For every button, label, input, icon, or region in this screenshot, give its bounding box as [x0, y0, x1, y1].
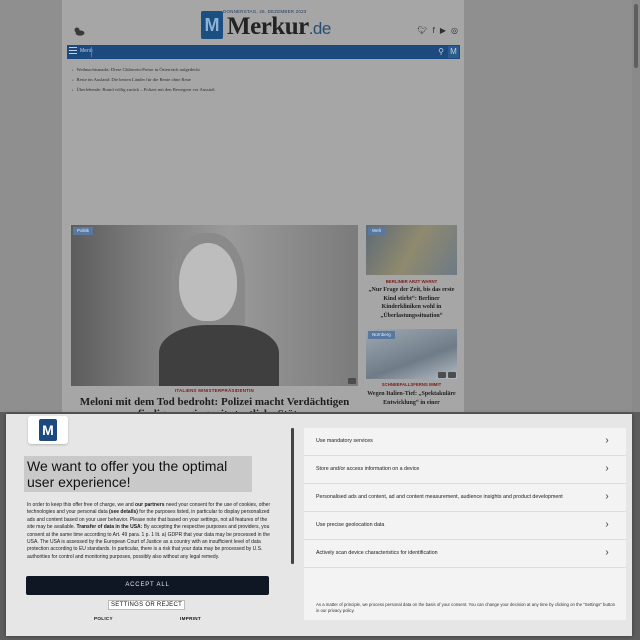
- purpose-item-device-storage[interactable]: Store and/or access information on a dev…: [304, 456, 626, 484]
- side-category-tag-2[interactable]: Nürnberg: [368, 331, 395, 339]
- play-icon: [448, 372, 456, 378]
- side-kicker-2: SCHNEEFALLSFERNS IMMIT: [381, 382, 442, 387]
- chevron-right-icon: ›: [72, 77, 74, 82]
- side-headline-1[interactable]: „Nur Frage der Zeit, bis das erste Kind …: [366, 286, 457, 320]
- purpose-label: Store and/or access information on a dev…: [316, 466, 420, 472]
- search-icon[interactable]: ⚲: [436, 47, 446, 57]
- headline-item[interactable]: › Überlebende: Brand völlig zurück – Poli…: [72, 87, 215, 97]
- facebook-icon[interactable]: f: [433, 26, 435, 35]
- chevron-right-icon: ›: [605, 547, 609, 558]
- consent-text-scrollbar[interactable]: [291, 428, 294, 564]
- logo-name: Merkur: [227, 13, 309, 40]
- purpose-item-geolocation[interactable]: Use precise geolocation data ›: [304, 512, 626, 540]
- camera-icon: [438, 372, 446, 378]
- hero-category-tag[interactable]: Politik: [73, 227, 94, 235]
- consent-body-emphasis[interactable]: our partners: [135, 502, 164, 508]
- accept-all-button[interactable]: ACCEPT ALL: [26, 576, 269, 595]
- chevron-right-icon: ›: [605, 435, 609, 446]
- main-navbar: Menü ⚲ M: [67, 45, 460, 59]
- scrollbar-thumb[interactable]: [634, 4, 638, 68]
- hero-kicker: ITALIENS MINISTERPRÄSIDENTIN: [174, 388, 255, 393]
- purpose-item-device-scan[interactable]: Actively scan device characteristics for…: [304, 540, 626, 568]
- imprint-link[interactable]: IMPRINT: [180, 616, 201, 621]
- merkur-logo-mark[interactable]: M: [201, 11, 223, 39]
- nav-logo-mark[interactable]: M: [448, 46, 459, 58]
- side-category-tag-1[interactable]: Welt: [368, 227, 385, 235]
- hero-photo-jacket: [159, 325, 279, 386]
- chevron-right-icon: ›: [605, 519, 609, 530]
- chevron-right-icon: ›: [72, 87, 74, 92]
- chevron-right-icon: ›: [605, 491, 609, 502]
- chevron-right-icon: ›: [72, 67, 74, 72]
- policy-link[interactable]: POLICY: [94, 616, 113, 621]
- logo-tld: .de: [308, 19, 332, 38]
- nav-divider: [91, 47, 92, 57]
- site-header: DONNERSTAG, 26. DEZEMBER 2023 M Merkur.d…: [67, 8, 460, 48]
- side-headline-2[interactable]: Wegen Italien-Tief: „Spektakuläre Entwic…: [366, 390, 457, 407]
- purpose-item-mandatory-services[interactable]: Use mandatory services ›: [304, 428, 626, 456]
- consent-title: We want to offer you the optimal user ex…: [24, 456, 252, 492]
- hamburger-icon: [69, 47, 77, 54]
- consent-body-emphasis[interactable]: Transfer of data in the USA:: [76, 524, 142, 530]
- purpose-label: Actively scan device characteristics for…: [316, 550, 438, 556]
- consent-body-emphasis[interactable]: (see details): [109, 509, 138, 515]
- consent-body-text: In order to keep this offer free of char…: [27, 502, 274, 572]
- consent-body-segment: In order to keep this offer free of char…: [27, 502, 136, 508]
- headline-item[interactable]: › Weihnachtsmarkt: Diese Glühwein-Preise …: [72, 67, 215, 77]
- merkur-logo[interactable]: Merkur.de: [227, 13, 331, 41]
- social-links: 🐦︎ f ▶ ◎: [417, 26, 458, 35]
- consent-purposes-pane: Use mandatory services › Store and/or ac…: [304, 428, 626, 620]
- headline-list: › Weihnachtsmarkt: Diese Glühwein-Preise …: [72, 67, 215, 97]
- hero-article-image[interactable]: [71, 225, 358, 386]
- instagram-icon[interactable]: ◎: [451, 26, 458, 35]
- settings-or-reject-button[interactable]: SETTINGS OR REJECT: [108, 600, 186, 610]
- purpose-label: Use precise geolocation data: [316, 522, 385, 528]
- chevron-right-icon: ›: [605, 463, 609, 474]
- consent-note: As a matter of principle, we process per…: [316, 602, 615, 613]
- youtube-icon[interactable]: ▶: [440, 26, 446, 35]
- menu-button[interactable]: Menü: [69, 47, 93, 54]
- purpose-item-personalised-ads[interactable]: Personalised ads and content, ad and con…: [304, 484, 626, 512]
- headline-item[interactable]: › Beste im Ausland: Die besten Länder für…: [72, 77, 215, 87]
- weather-icon[interactable]: [73, 26, 85, 36]
- hero-photo-face: [179, 243, 237, 321]
- purpose-label: Use mandatory services: [316, 438, 373, 444]
- twitter-icon[interactable]: 🐦︎: [417, 26, 427, 35]
- side-kicker-1: BERLINER ARZT WARNT: [385, 279, 438, 284]
- camera-icon: [348, 378, 356, 384]
- consent-dialog: M We want to offer you the optimal user …: [6, 414, 632, 636]
- purpose-label: Personalised ads and content, ad and con…: [316, 494, 563, 500]
